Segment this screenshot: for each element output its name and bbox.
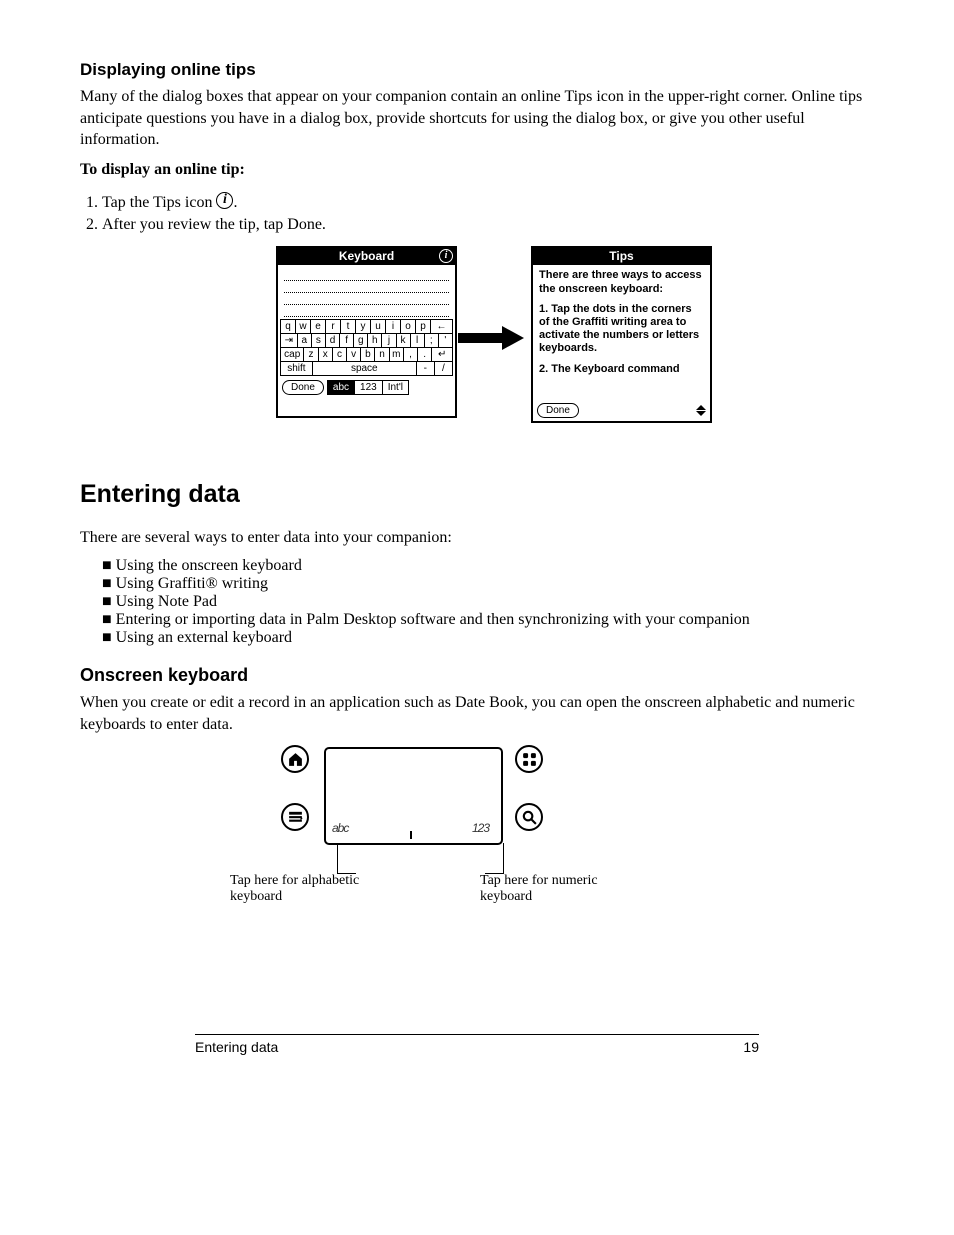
key-row-1: qwertyuiop← xyxy=(280,319,453,333)
tips-steps: Tap the Tips icon i. After you review th… xyxy=(80,188,874,236)
key-row-4: shift space - / xyxy=(280,361,453,376)
tips-info-icon: i xyxy=(216,192,233,209)
screenshot-tips: Tips There are three ways to access the … xyxy=(531,246,712,423)
screenshot-keyboard: Keyboard i qwertyuiop← ⇥asdfghjkl;' capz… xyxy=(276,246,457,418)
find-icon[interactable] xyxy=(515,803,543,831)
home-icon[interactable] xyxy=(281,745,309,773)
list-item: ■ Using Note Pad xyxy=(102,593,874,611)
page-footer: Entering data 19 xyxy=(195,1034,759,1055)
list-item: ■ Using the onscreen keyboard xyxy=(102,557,874,575)
graffiti-divider xyxy=(410,831,412,839)
keyboard-titlebar: Keyboard i xyxy=(278,248,455,265)
tips-done-button[interactable]: Done xyxy=(537,403,579,418)
enter-methods-list: ■ Using the onscreen keyboard ■ Using Gr… xyxy=(80,557,874,647)
list-item: ■ Using Graffiti® writing xyxy=(102,575,874,593)
list-item: ■ Using an external keyboard xyxy=(102,629,874,647)
keyboard-text-area[interactable] xyxy=(278,265,455,319)
backspace-icon: ← xyxy=(431,320,453,333)
heading-entering-data: Entering data xyxy=(80,480,874,509)
tips-body: There are three ways to access the onscr… xyxy=(533,265,710,401)
seg-intl: Int'l xyxy=(383,380,409,395)
keyboard-done-button[interactable]: Done xyxy=(282,380,324,395)
para-enter-intro: There are several ways to enter data int… xyxy=(80,527,874,549)
list-item: ■ Entering or importing data in Palm Des… xyxy=(102,611,874,629)
123-corner[interactable]: 123 xyxy=(472,821,489,835)
keyboard-mode-segment[interactable]: abc 123 Int'l xyxy=(327,380,409,395)
footer-page-number: 19 xyxy=(743,1039,759,1055)
caption-right: Tap here for numeric keyboard xyxy=(480,873,650,905)
tab-icon: ⇥ xyxy=(280,334,298,347)
seg-abc: abc xyxy=(327,380,355,395)
heading-tips: Displaying online tips xyxy=(80,60,874,80)
keyboard-keys[interactable]: qwertyuiop← ⇥asdfghjkl;' capzxcvbnm,.↵ s… xyxy=(278,319,455,376)
pointer-right xyxy=(485,843,504,874)
figure-tips-flow: Keyboard i qwertyuiop← ⇥asdfghjkl;' capz… xyxy=(80,246,874,446)
para-onscreen: When you create or edit a record in an a… xyxy=(80,692,874,735)
figure-silkscreen: abc 123 Tap here for alphabetic keyboard… xyxy=(80,743,874,923)
keyboard-tips-icon[interactable]: i xyxy=(439,249,453,263)
step-1: Tap the Tips icon i. xyxy=(102,188,874,214)
seg-123: 123 xyxy=(355,380,383,395)
step-label: To display an online tip: xyxy=(80,159,874,181)
para-tips-1: Many of the dialog boxes that appear on … xyxy=(80,86,874,151)
footer-section: Entering data xyxy=(195,1039,278,1055)
pointer-left xyxy=(337,843,356,874)
step1-text-a: Tap the Tips icon xyxy=(102,194,216,211)
menu-icon[interactable] xyxy=(281,803,309,831)
arrow-right-icon xyxy=(458,326,528,350)
apps-icon[interactable] xyxy=(515,745,543,773)
step-2: After you review the tip, tap Done. xyxy=(102,214,874,236)
key-row-2: ⇥asdfghjkl;' xyxy=(280,333,453,347)
heading-onscreen-keyboard: Onscreen keyboard xyxy=(80,665,874,686)
scroll-arrows-icon[interactable] xyxy=(696,405,706,416)
caption-left: Tap here for alphabetic keyboard xyxy=(230,873,400,905)
step1-text-b: . xyxy=(233,194,237,211)
abc-corner[interactable]: abc xyxy=(332,821,348,835)
tips-titlebar: Tips xyxy=(533,248,710,265)
return-icon: ↵ xyxy=(432,348,453,361)
key-row-3: capzxcvbnm,.↵ xyxy=(280,347,453,361)
